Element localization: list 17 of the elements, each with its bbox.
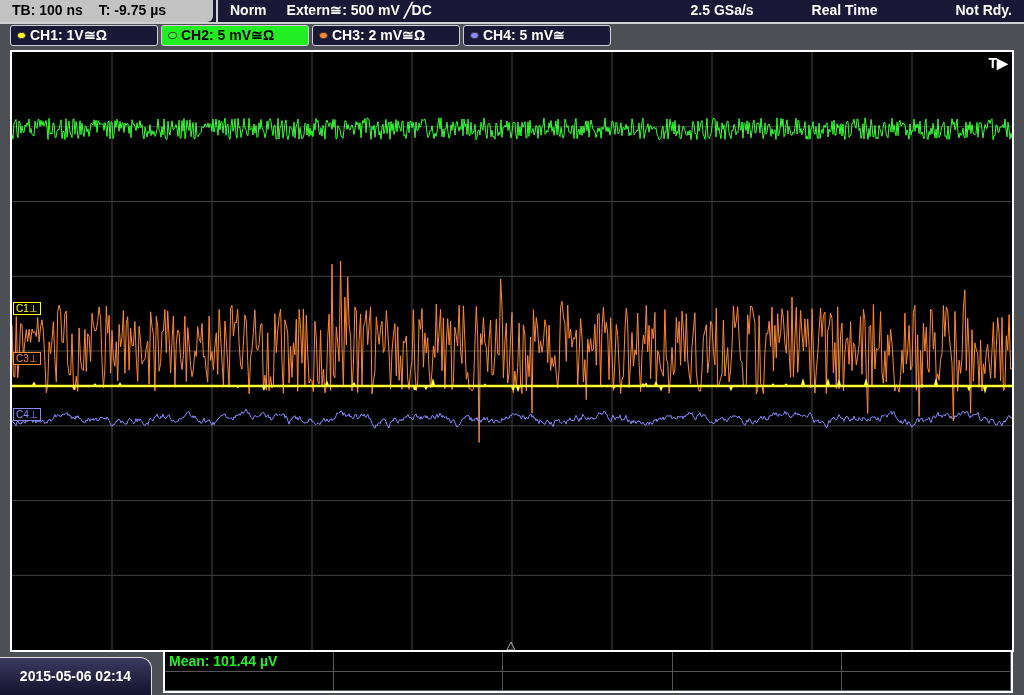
measurement-readout: Mean: 101.44 µV (169, 651, 278, 671)
trigger-position-marker: T▶ (988, 53, 1008, 73)
channel-tab[interactable]: CH1: 1V≅Ω (10, 25, 158, 47)
date-time: 2015-05-06 02:14 (19, 667, 132, 686)
acquisition-mode: Real Time (811, 1, 878, 21)
timebase-readout: TB: 100 ns (12, 1, 83, 21)
channel-marker: C1⊥ (13, 301, 41, 315)
channel-marker: C4⊥ (13, 407, 41, 421)
trigger-source: Extern≅: 500 mV ╱DC (286, 0, 432, 21)
trigger-mode: Norm (230, 1, 267, 21)
channel-tab[interactable]: CH3: 2 mV≅Ω (312, 25, 460, 47)
channel-tab[interactable]: CH4: 5 mV≅ (463, 25, 611, 47)
channel-tab[interactable]: CH2: 5 mV≅Ω (161, 25, 309, 47)
sample-rate: 2.5 GSa/s (690, 1, 754, 21)
trigger-time-readout: T: -9.75 µs (98, 1, 167, 21)
trigger-point-icon (506, 642, 516, 650)
acquisition-state: Not Rdy. (955, 1, 1012, 21)
